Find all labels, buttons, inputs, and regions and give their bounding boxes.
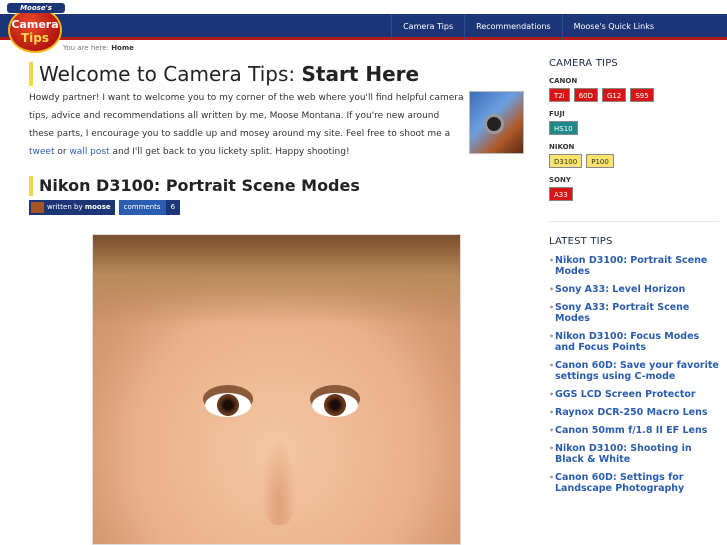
- photo-left-eye: [205, 393, 251, 417]
- latest-tip-item[interactable]: Nikon D3100: Focus Modes and Focus Point…: [549, 331, 719, 353]
- photo-nose: [261, 435, 297, 525]
- intro-text-1: Howdy partner! I want to welcome you to …: [29, 93, 464, 139]
- latest-tips-list: Nikon D3100: Portrait Scene Modes Sony A…: [549, 255, 719, 494]
- post-author-badge[interactable]: written by moose: [29, 200, 115, 215]
- logo-top-text: Moose's: [7, 3, 65, 13]
- latest-tip-item[interactable]: Sony A33: Portrait Scene Modes: [549, 302, 719, 324]
- camera-lens-icon: [484, 114, 504, 134]
- sidebar: CAMERA TIPS CANON T2i 60D G12 S95 FUJI H…: [549, 58, 719, 501]
- comments-label: comments: [123, 203, 161, 211]
- latest-tip-item[interactable]: Canon 50mm f/1.8 II EF Lens: [549, 425, 719, 436]
- tag-hs10[interactable]: HS10: [549, 121, 578, 135]
- welcome-title-plain: Welcome to Camera Tips:: [39, 62, 302, 86]
- author-mini-avatar: [31, 202, 44, 213]
- site-logo[interactable]: Moose's Camera Tips: [5, 3, 67, 55]
- fuji-tags: HS10: [549, 121, 719, 135]
- brand-nikon: NIKON: [549, 143, 575, 151]
- tag-s95[interactable]: S95: [630, 88, 654, 102]
- tag-a33[interactable]: A33: [549, 187, 573, 201]
- breadcrumb: You are here: Home: [63, 44, 134, 52]
- latest-tips-heading: LATEST TIPS: [549, 236, 613, 247]
- latest-tip-item[interactable]: GGS LCD Screen Protector: [549, 389, 719, 400]
- welcome-intro: Howdy partner! I want to welcome you to …: [29, 89, 465, 161]
- logo-bottom-text: Tips: [20, 31, 50, 45]
- latest-tip-item[interactable]: Nikon D3100: Portrait Scene Modes: [549, 255, 719, 277]
- post-photo: [92, 234, 461, 545]
- breadcrumb-prefix: You are here:: [63, 44, 109, 52]
- logo-middle-text: Camera: [11, 18, 59, 31]
- site-header: Camera Tips Recommendations Moose's Quic…: [0, 0, 727, 42]
- author-avatar: [469, 91, 524, 154]
- author-prefix: written by: [47, 203, 83, 211]
- nikon-tags: D3100 P100: [549, 154, 719, 168]
- sony-tags: A33: [549, 187, 719, 201]
- canon-tags: T2i 60D G12 S95: [549, 88, 719, 102]
- photo-left-iris: [217, 394, 239, 416]
- tag-d3100[interactable]: D3100: [549, 154, 583, 168]
- welcome-title-bold: Start Here: [301, 62, 420, 86]
- photo-hair: [93, 235, 460, 325]
- intro-text-2: or: [54, 147, 70, 157]
- tag-t2i[interactable]: T2i: [549, 88, 570, 102]
- tag-60d[interactable]: 60D: [573, 88, 598, 102]
- welcome-section: Welcome to Camera Tips: Start Here: [29, 62, 469, 86]
- photo-right-iris: [324, 394, 346, 416]
- brand-fuji: FUJI: [549, 110, 565, 118]
- nav-camera-tips[interactable]: Camera Tips: [391, 14, 464, 40]
- post-meta: written by moose comments 6: [29, 200, 181, 215]
- brand-canon: CANON: [549, 77, 578, 85]
- nav-quick-links[interactable]: Moose's Quick Links: [561, 14, 665, 40]
- latest-tip-item[interactable]: Nikon D3100: Shooting in Black & White: [549, 443, 719, 465]
- wall-post-link[interactable]: wall post: [69, 147, 109, 157]
- tag-p100[interactable]: P100: [586, 154, 614, 168]
- tag-g12[interactable]: G12: [602, 88, 627, 102]
- sidebar-divider: [549, 221, 719, 222]
- tweet-link[interactable]: tweet: [29, 147, 55, 157]
- post-title[interactable]: Nikon D3100: Portrait Scene Modes: [29, 176, 360, 196]
- latest-tip-item[interactable]: Sony A33: Level Horizon: [549, 284, 719, 295]
- brand-sony: SONY: [549, 176, 571, 184]
- welcome-title: Welcome to Camera Tips: Start Here: [29, 62, 469, 86]
- latest-tip-item[interactable]: Canon 60D: Settings for Landscape Photog…: [549, 472, 719, 494]
- comments-badge[interactable]: comments 6: [118, 200, 181, 215]
- latest-tip-item[interactable]: Raynox DCR-250 Macro Lens: [549, 407, 719, 418]
- header-top-strip: [0, 0, 727, 13]
- latest-tip-item[interactable]: Canon 60D: Save your favorite settings u…: [549, 360, 719, 382]
- comments-count: 6: [165, 200, 181, 215]
- nav-recommendations[interactable]: Recommendations: [464, 14, 561, 40]
- breadcrumb-current[interactable]: Home: [111, 44, 134, 52]
- intro-text-3: and I'll get back to you lickety split. …: [109, 147, 350, 157]
- photo-right-eye: [312, 393, 358, 417]
- camera-tips-heading: CAMERA TIPS: [549, 58, 618, 69]
- author-name: moose: [84, 203, 111, 211]
- main-nav: Camera Tips Recommendations Moose's Quic…: [391, 14, 665, 40]
